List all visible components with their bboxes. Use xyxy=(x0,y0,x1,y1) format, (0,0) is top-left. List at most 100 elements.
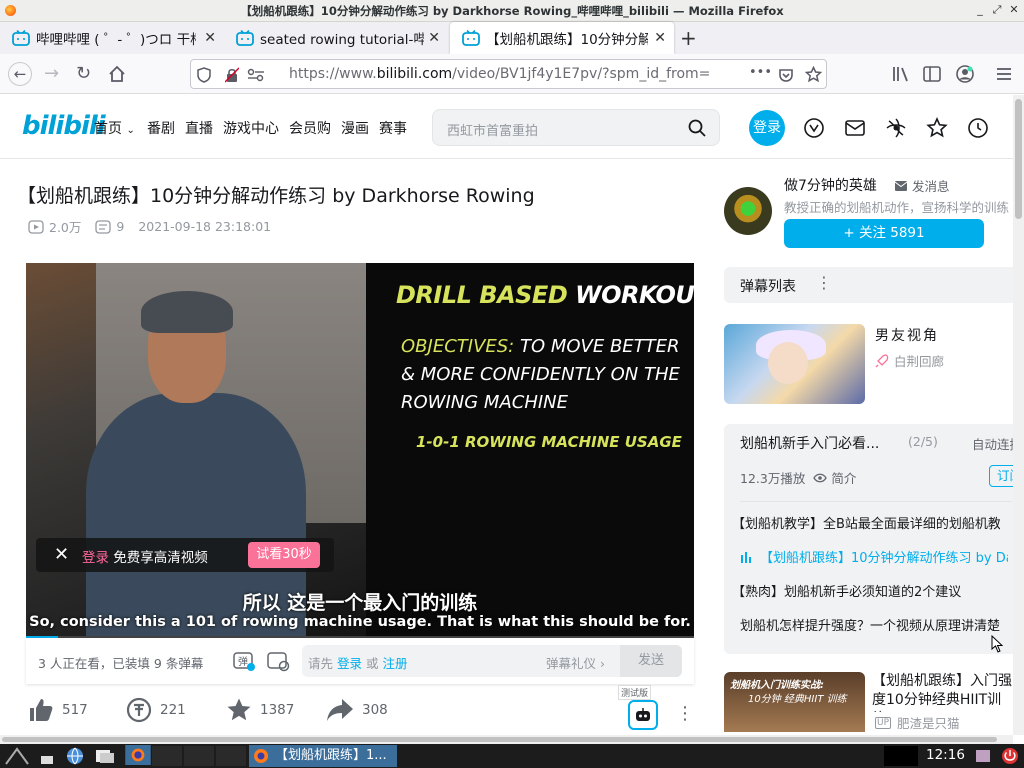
desktop-icon[interactable] xyxy=(38,746,56,766)
clock[interactable]: 12:16 xyxy=(926,747,965,763)
maximize-button[interactable]: ⤢ xyxy=(991,4,1003,16)
tab-close-icon[interactable]: ✕ xyxy=(654,31,666,45)
firefox-taskbar-icon[interactable] xyxy=(124,745,152,765)
browser-globe-icon[interactable] xyxy=(64,746,86,766)
workspace-2[interactable] xyxy=(184,746,214,766)
nav-mall[interactable]: 会员购 xyxy=(289,118,331,138)
tab-label: 【划船机跟练】10分钟分解动作练习 xyxy=(486,32,648,48)
permissions-icon[interactable] xyxy=(247,68,265,82)
tab-close-icon[interactable]: ✕ xyxy=(428,31,440,45)
playlist-intro-link[interactable]: 简介 xyxy=(831,468,856,487)
history-clock-icon[interactable] xyxy=(967,117,989,139)
up-name[interactable]: 做7分钟的英雄 xyxy=(784,175,877,195)
ad-title[interactable]: 男友视角 xyxy=(875,325,939,345)
tab-bilibili-home[interactable]: 哔哩哔哩 ( ゜- ゜)つロ 干杯~ ✕ xyxy=(0,22,224,54)
library-icon[interactable] xyxy=(892,66,910,82)
bookmark-star-icon[interactable] xyxy=(805,66,822,83)
beta-badge: 测试版 xyxy=(618,685,652,700)
close-window-button[interactable]: ✕ xyxy=(1008,4,1020,16)
workspace-1[interactable] xyxy=(152,746,182,766)
danmaku-register-link[interactable]: 注册 xyxy=(382,656,407,671)
playlist-item[interactable]: 【划船机教学】全B站最全面最详细的划船机教学 xyxy=(732,513,1000,532)
close-tip-icon[interactable]: ✕ xyxy=(54,544,69,565)
favorite-star-icon xyxy=(227,698,251,721)
trial-30s-button[interactable]: 试看30秒 xyxy=(248,542,320,568)
follow-button[interactable]: + 关注 5891 xyxy=(784,219,984,248)
frame-usage: 1-0-1 ROWING MACHINE USAGE xyxy=(416,433,682,451)
tab-current-video[interactable]: 【划船机跟练】10分钟分解动作练习 ✕ xyxy=(450,22,674,54)
url-bar[interactable]: https://www.bilibili.com/video/BV1jf4y1E… xyxy=(190,59,827,89)
forward-button[interactable]: → xyxy=(44,64,59,84)
tray-user-icon[interactable] xyxy=(974,746,992,766)
subscribe-playlist-button[interactable]: 订阅 xyxy=(989,465,1013,487)
danmaku-settings-icon[interactable] xyxy=(266,650,290,672)
danmaku-login-link[interactable]: 登录 xyxy=(337,656,362,671)
recommend-title[interactable]: 【划船机跟练】入门强度10分钟经典HIIT训练 xyxy=(872,672,1013,712)
video-player[interactable]: DRILL BASED WORKOUT OBJECTIVES: TO MOVE … xyxy=(26,263,694,638)
home-icon[interactable] xyxy=(108,65,126,83)
vertical-scrollbar[interactable] xyxy=(1013,95,1024,735)
ad-source[interactable]: 白荆回廊 xyxy=(875,351,944,370)
file-manager-icon[interactable] xyxy=(94,746,116,766)
search-input[interactable]: 西虹市首富重拍 xyxy=(432,109,720,146)
nav-home[interactable]: 首页 ⌄ xyxy=(94,118,135,138)
watching-count: 3 人正在看，已装填 9 条弹幕 xyxy=(38,656,204,671)
rocket-icon xyxy=(875,353,889,367)
new-tab-button[interactable]: + xyxy=(680,26,697,50)
tip-login-link[interactable]: 登录 xyxy=(82,550,109,566)
like-button[interactable]: 517 xyxy=(28,697,88,723)
search-icon[interactable] xyxy=(688,119,706,137)
menu-icon[interactable] xyxy=(996,66,1012,82)
sidebar-icon[interactable] xyxy=(923,66,941,82)
minimize-button[interactable]: _ xyxy=(974,4,986,16)
playlist-item[interactable]: 【熟肉】划船机新手必须知道的2个建议 xyxy=(732,581,1000,600)
send-message-button[interactable]: 发消息 xyxy=(895,176,950,195)
playlist-title[interactable]: 划船机新手入门必看... xyxy=(740,433,879,453)
danmaku-list-header[interactable]: 弹幕列表 ⋮ xyxy=(724,267,1013,303)
tab-seated-rowing[interactable]: seated rowing tutorial-哔哩哔哩 ✕ xyxy=(224,22,448,54)
recommend-thumbnail[interactable]: 划船机入门训练实战: 10分钟 经典HIIT 训练 xyxy=(724,672,865,732)
ai-assistant-button[interactable] xyxy=(628,700,658,730)
danmaku-toggle-icon[interactable]: 弹 xyxy=(232,650,256,672)
lock-icon[interactable] xyxy=(225,67,239,83)
svg-text:弹: 弹 xyxy=(238,655,248,668)
start-menu-icon[interactable] xyxy=(4,746,30,766)
nav-esports[interactable]: 赛事 xyxy=(379,118,407,138)
taskbar-window-firefox[interactable]: 【划船机跟练】1... xyxy=(249,745,397,767)
back-button[interactable]: ← xyxy=(8,62,32,86)
recommend-up[interactable]: UP 肥渣是只猫 xyxy=(875,713,960,732)
login-button[interactable]: 登录 xyxy=(749,110,785,146)
danmaku-etiquette-link[interactable]: 弹幕礼仪 › xyxy=(546,653,605,672)
pocket-icon[interactable] xyxy=(778,67,794,83)
shield-icon[interactable] xyxy=(197,67,211,83)
ad-thumbnail[interactable] xyxy=(724,324,865,404)
workspace-3[interactable] xyxy=(216,746,246,766)
favorite-button[interactable]: 1387 xyxy=(226,697,294,723)
nav-live[interactable]: 直播 xyxy=(185,118,213,138)
reload-button[interactable]: ↻ xyxy=(76,64,91,84)
playlist-item-current[interactable]: 【划船机跟练】10分钟分解动作练习 by Darkhorse Rowing xyxy=(740,547,1008,566)
autoplay-toggle[interactable]: 自动连播 xyxy=(972,434,1013,453)
favorites-star-icon[interactable] xyxy=(926,117,948,139)
vip-icon[interactable] xyxy=(803,117,825,139)
playlist-item[interactable]: 划船机怎样提升强度？一个视频从原理讲清楚 xyxy=(740,615,1008,634)
danmaku-input[interactable]: 请先 登录 或 注册 弹幕礼仪 › 发送 xyxy=(302,645,682,677)
danmaku-list-menu-icon[interactable]: ⋮ xyxy=(816,273,832,292)
nav-game-center[interactable]: 游戏中心 xyxy=(223,118,279,138)
tab-close-icon[interactable]: ✕ xyxy=(204,31,216,45)
nav-manga[interactable]: 漫画 xyxy=(341,118,369,138)
share-button[interactable]: 308 xyxy=(326,697,388,723)
message-icon[interactable] xyxy=(844,117,866,139)
up-avatar[interactable] xyxy=(724,187,772,235)
nav-anime[interactable]: 番剧 xyxy=(147,118,175,138)
coin-button[interactable]: 221 xyxy=(126,697,186,723)
power-icon[interactable] xyxy=(1001,746,1019,766)
dynamic-icon[interactable] xyxy=(885,117,907,139)
page-actions-button[interactable]: ••• xyxy=(749,65,772,80)
up-description: 教授正确的划船机动作，宣扬科学的训练 xyxy=(784,200,1010,215)
horizontal-scrollbar[interactable] xyxy=(0,735,1013,744)
bilibili-logo[interactable]: bilibili xyxy=(22,111,106,141)
account-icon[interactable] xyxy=(955,64,975,84)
send-danmaku-button[interactable]: 发送 xyxy=(620,645,682,677)
more-options-button[interactable]: ⋮ xyxy=(676,703,694,724)
